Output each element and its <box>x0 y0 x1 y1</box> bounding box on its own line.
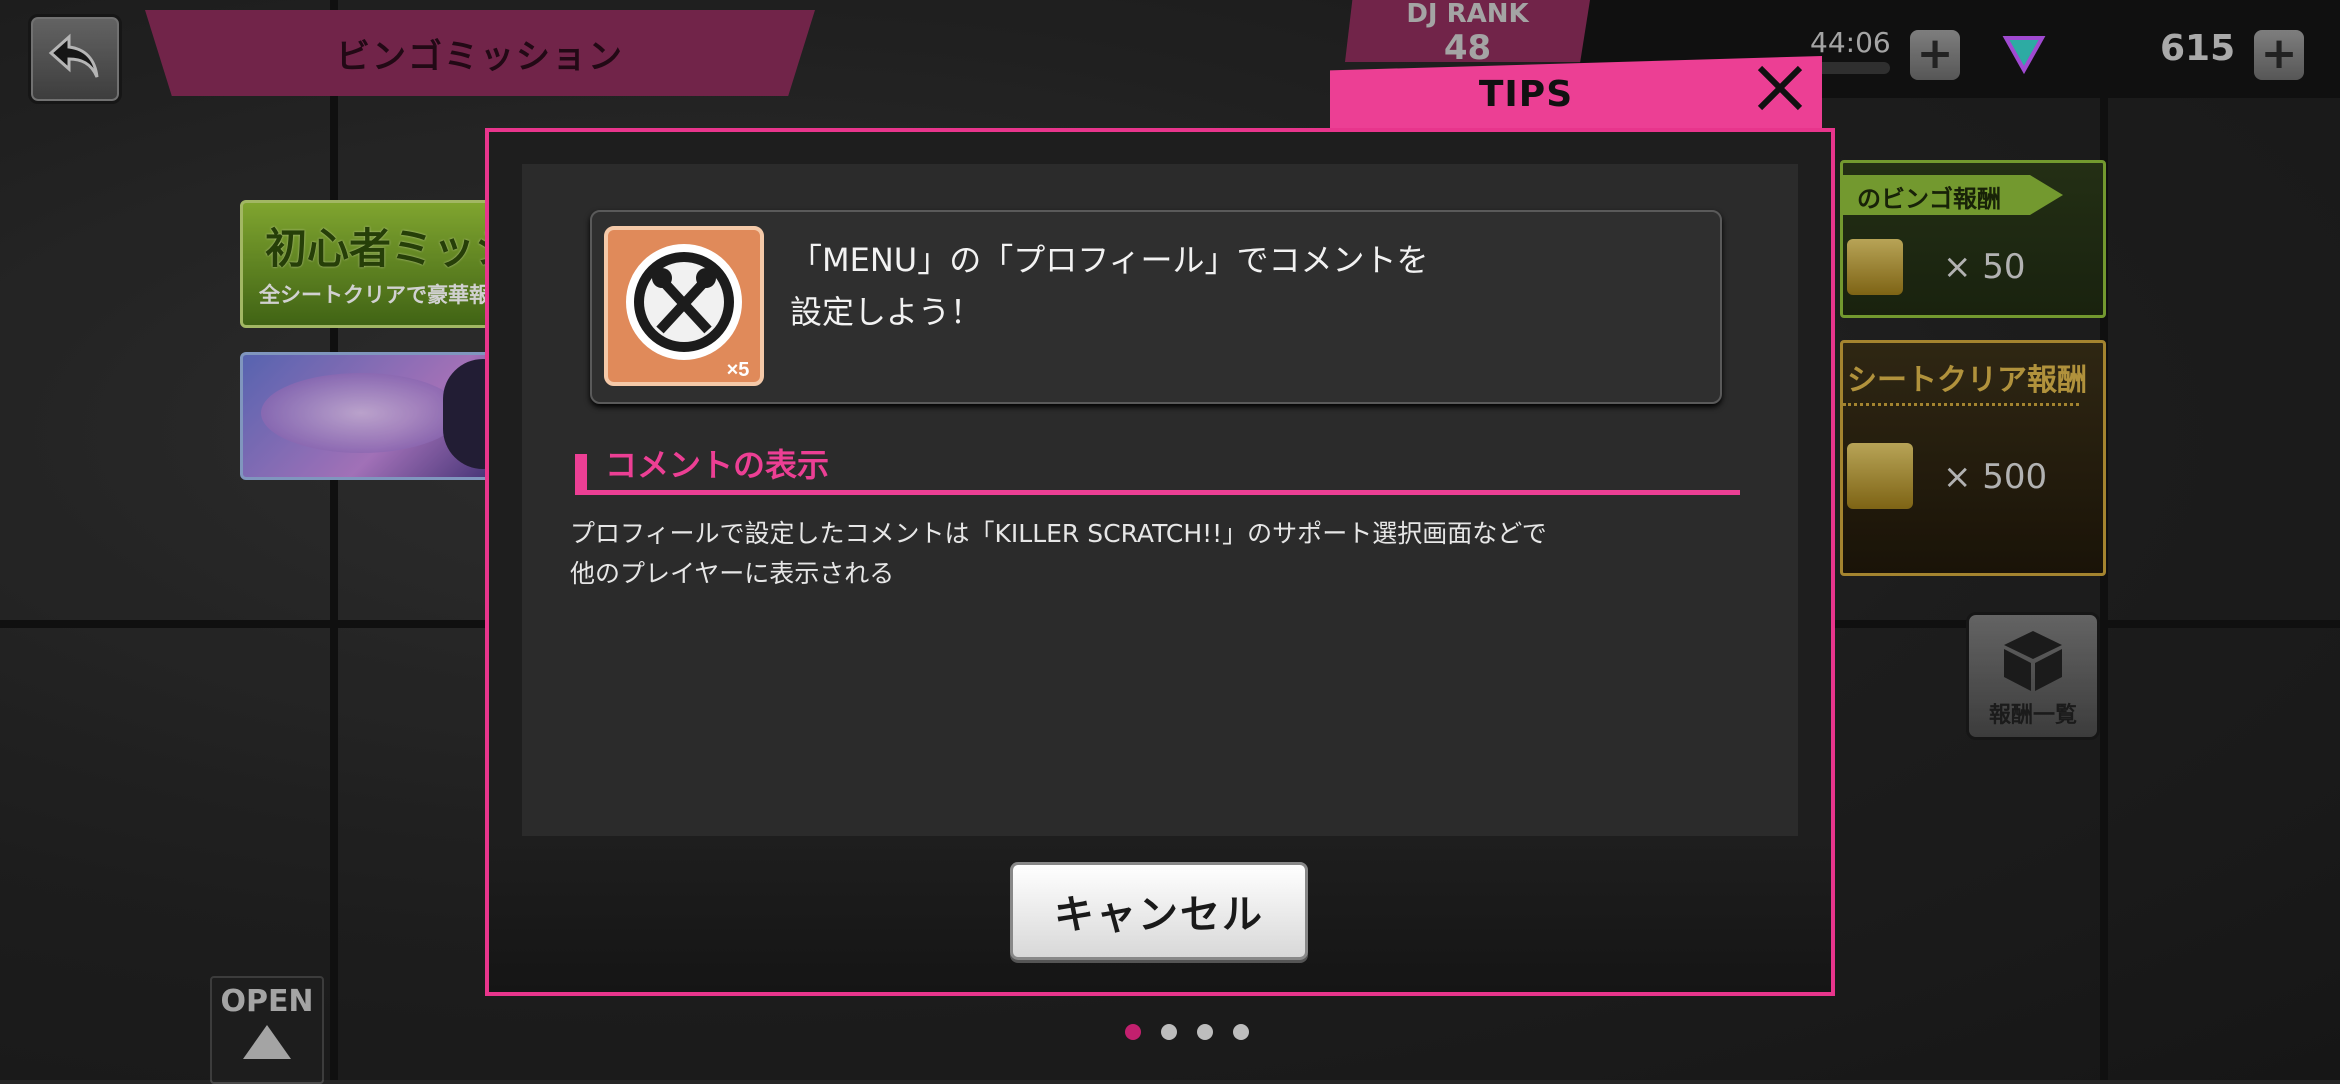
page-dot[interactable] <box>1197 1024 1213 1040</box>
cancel-button[interactable]: キャンセル <box>1010 862 1308 960</box>
tips-title: TIPS <box>1478 74 1574 115</box>
tip-card-text: 「MENU」の「プロフィール」でコメントを 設定しよう！ <box>790 241 1429 331</box>
cancel-label: キャンセル <box>1054 892 1264 938</box>
close-icon[interactable] <box>1748 56 1812 120</box>
page-dot[interactable] <box>1233 1024 1249 1040</box>
microphone-item-icon: ×5 <box>604 226 764 386</box>
section-divider <box>575 490 1740 495</box>
page-dot[interactable] <box>1125 1024 1141 1040</box>
section-marker <box>575 454 587 494</box>
tip-body-text: プロフィールで設定したコメントは「KILLER SCRATCH!!」のサポート選… <box>570 519 1547 588</box>
page-dot[interactable] <box>1161 1024 1177 1040</box>
page-indicator <box>1125 1024 1249 1040</box>
section-title: コメントの表示 <box>605 446 830 484</box>
item-multiplier: ×5 <box>727 359 750 381</box>
